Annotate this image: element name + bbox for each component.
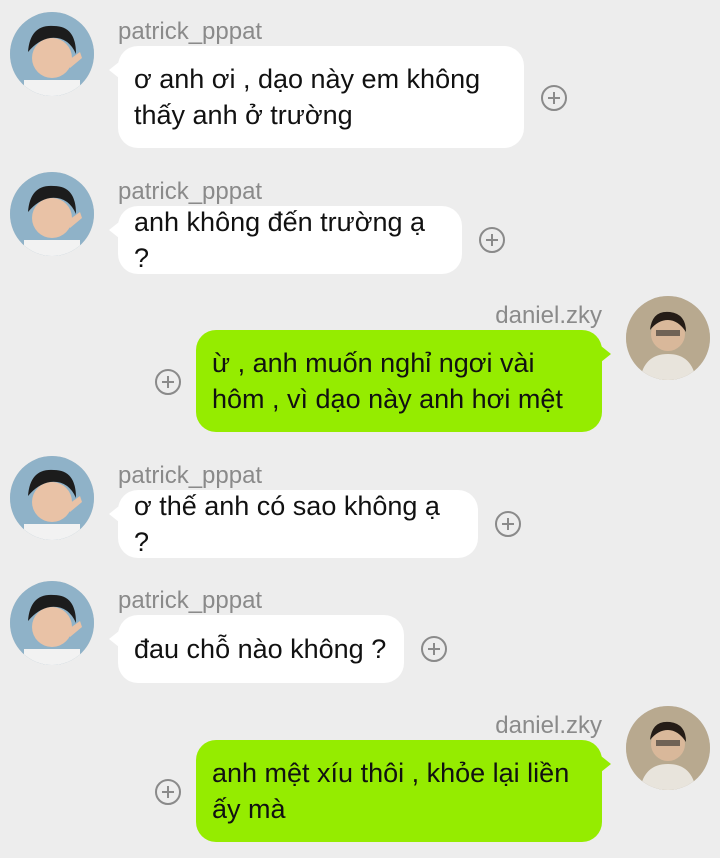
add-reaction-icon[interactable]	[541, 85, 567, 111]
message-text: ơ thế anh có sao không ạ ?	[134, 491, 440, 557]
sender-name: patrick_pppat	[118, 462, 263, 489]
message-bubble[interactable]: anh mệt xíu thôi , khỏe lại liền ấy mà	[196, 740, 611, 842]
add-reaction-icon[interactable]	[495, 511, 521, 537]
avatar-patrick[interactable]	[10, 172, 94, 256]
add-reaction-icon[interactable]	[155, 369, 181, 395]
sender-name: daniel.zky	[495, 712, 602, 739]
add-reaction-icon[interactable]	[155, 779, 181, 805]
message-bubble[interactable]: ơ anh ơi , dạo này em không thấy anh ở t…	[109, 46, 524, 148]
message-text: ơ anh ơi , dạo này em không thấy anh ở t…	[134, 64, 481, 130]
avatar-patrick[interactable]	[10, 12, 94, 96]
add-reaction-icon[interactable]	[421, 636, 447, 662]
sender-name: patrick_pppat	[118, 587, 263, 614]
message-bubble[interactable]: đau chỗ nào không ?	[109, 615, 404, 683]
avatar-daniel[interactable]	[626, 706, 710, 790]
avatar-patrick[interactable]	[10, 581, 94, 665]
sender-name: patrick_pppat	[118, 178, 263, 205]
message-bubble[interactable]: ừ , anh muốn nghỉ ngơi vài hôm , vì dạo …	[196, 330, 611, 432]
add-reaction-icon[interactable]	[479, 227, 505, 253]
message-text: đau chỗ nào không ?	[134, 634, 387, 664]
message-bubble[interactable]: anh không đến trường ạ ?	[109, 206, 462, 274]
avatar-patrick[interactable]	[10, 456, 94, 540]
message-text: anh mệt xíu thôi , khỏe lại liền ấy mà	[212, 758, 570, 824]
sender-name: patrick_pppat	[118, 18, 263, 45]
message-text: ừ , anh muốn nghỉ ngơi vài hôm , vì dạo …	[212, 348, 563, 414]
avatar-daniel[interactable]	[626, 296, 710, 380]
message-bubble[interactable]: ơ thế anh có sao không ạ ?	[109, 490, 478, 558]
chat-thread: patrick_pppat ơ anh ơi , dạo này em khôn…	[0, 0, 720, 858]
message-text: anh không đến trường ạ ?	[134, 207, 425, 273]
sender-name: daniel.zky	[495, 302, 602, 329]
